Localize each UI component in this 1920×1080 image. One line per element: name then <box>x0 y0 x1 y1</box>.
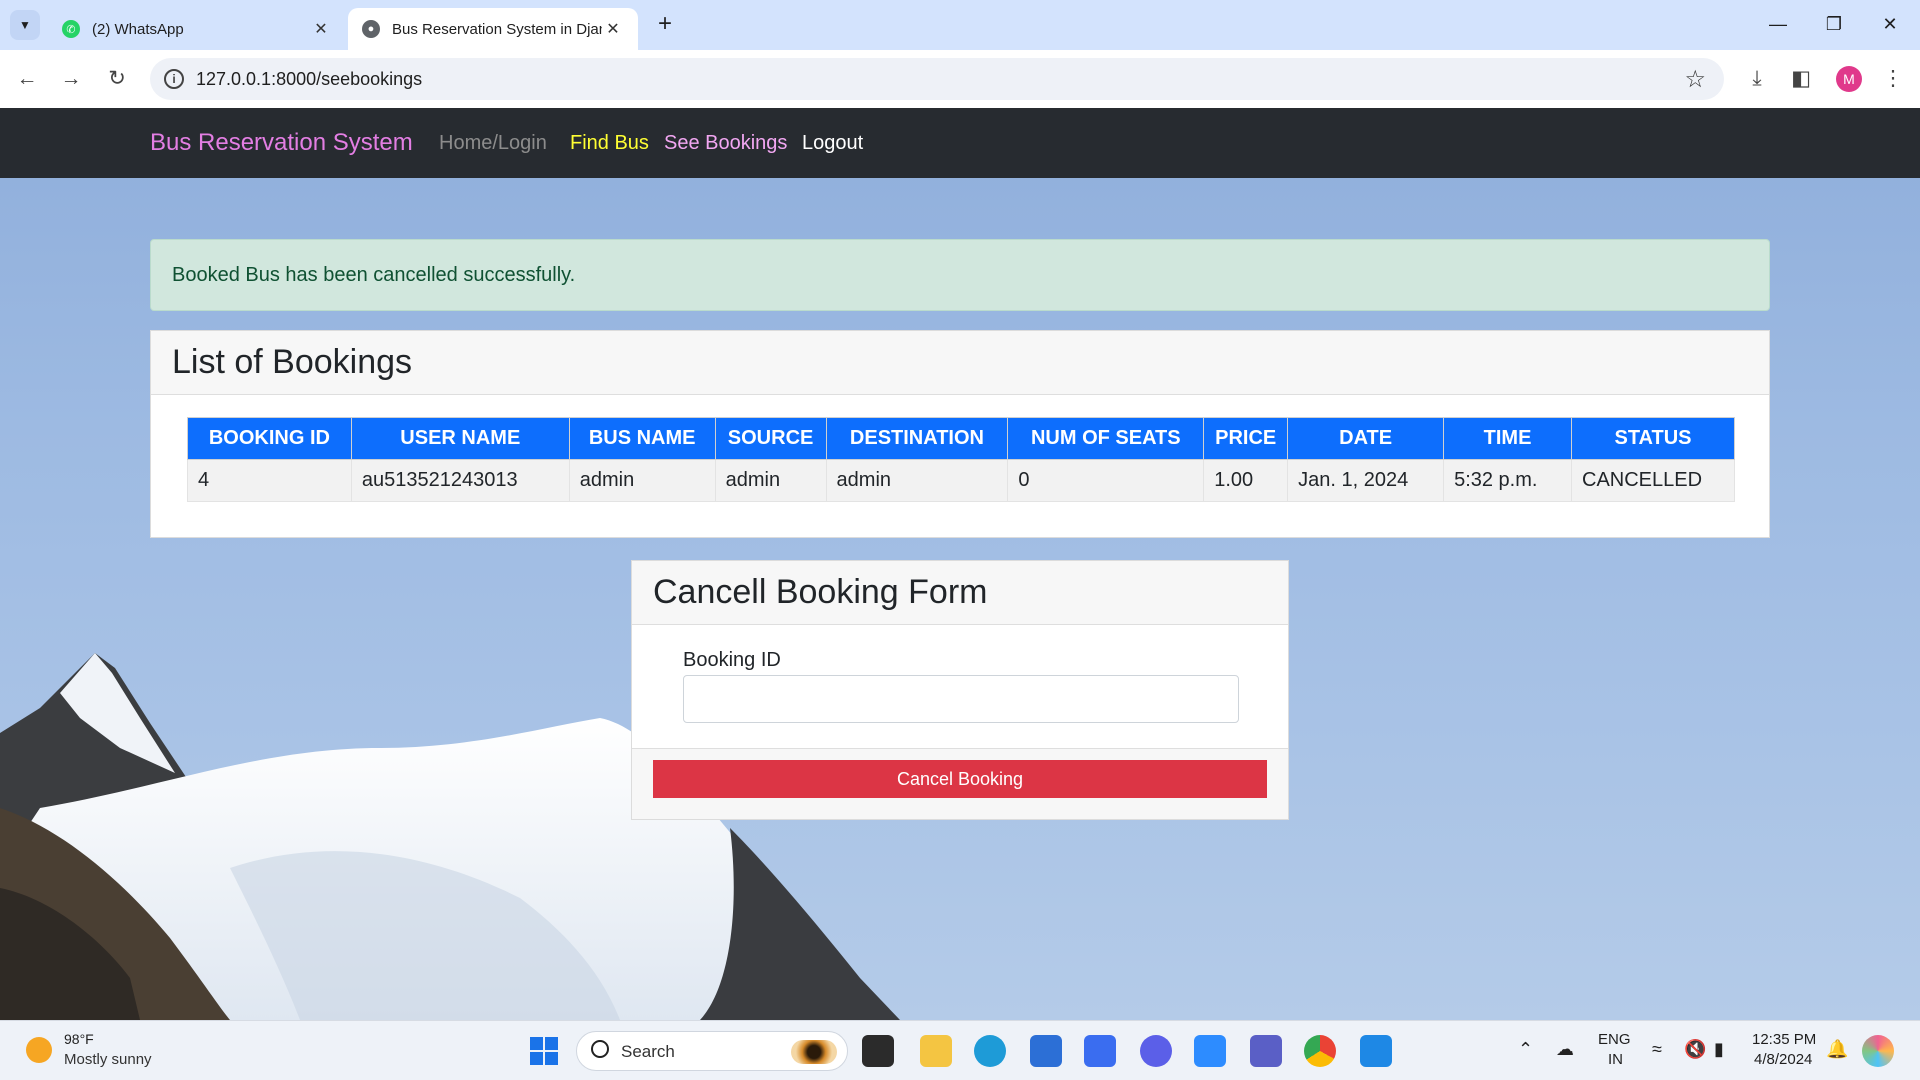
cancel-booking-card: Cancell Booking Form Booking ID Cancel B… <box>631 560 1289 820</box>
windows-start-icon[interactable] <box>528 1035 560 1067</box>
cell-time: 5:32 p.m. <box>1443 459 1572 502</box>
chevron-up-icon[interactable]: ⌃ <box>1518 1039 1533 1060</box>
url-text[interactable]: 127.0.0.1:8000/seebookings <box>196 69 422 90</box>
weather-temperature[interactable]: 98°F <box>64 1031 94 1047</box>
column-header: SOURCE <box>714 417 827 460</box>
file-explorer-icon[interactable] <box>920 1035 952 1067</box>
success-alert: Booked Bus has been cancelled successful… <box>150 239 1770 311</box>
clock-time[interactable]: 12:35 PM <box>1752 1031 1816 1048</box>
search-icon <box>591 1040 609 1058</box>
cancel-form-header: Cancell Booking Form <box>632 561 1288 625</box>
battery-icon[interactable]: ▮ <box>1714 1039 1724 1060</box>
address-bar[interactable]: i 127.0.0.1:8000/seebookings ☆ <box>150 58 1724 100</box>
cell-bus-name: admin <box>568 459 716 502</box>
column-header: STATUS <box>1571 417 1735 460</box>
language-region[interactable]: IN <box>1608 1051 1623 1068</box>
browser-toolbar: ← → ↻ i 127.0.0.1:8000/seebookings ☆ ⤓ ◧… <box>0 50 1920 108</box>
bookmark-star-icon[interactable]: ☆ <box>1684 65 1706 94</box>
column-header: DESTINATION <box>825 417 1009 460</box>
alert-message: Booked Bus has been cancelled successful… <box>172 264 576 286</box>
close-window-button[interactable]: ✕ <box>1862 0 1918 50</box>
copilot-app-icon[interactable] <box>1084 1035 1116 1067</box>
column-header: BOOKING ID <box>187 417 352 460</box>
column-header: BUS NAME <box>568 417 716 460</box>
bookings-card: List of Bookings BOOKING ID USER NAME BU… <box>150 330 1770 538</box>
tab-bus-reservation[interactable]: ● Bus Reservation System in Djan ✕ <box>348 8 638 50</box>
navbar: Bus Reservation System Home/Login Find B… <box>0 108 1920 178</box>
weather-sun-icon[interactable] <box>26 1037 52 1063</box>
page-viewport: Bus Reservation System Home/Login Find B… <box>0 108 1920 1020</box>
task-view-icon[interactable] <box>862 1035 894 1067</box>
table-row: 4 au513521243013 admin admin admin 0 1.0… <box>187 459 1735 502</box>
volume-muted-icon[interactable]: 🔇 <box>1684 1039 1706 1060</box>
cancel-form-title: Cancell Booking Form <box>653 573 988 611</box>
windows-taskbar: 98°F Mostly sunny Search ⌃ ☁ ENG IN ≈ 🔇 … <box>0 1020 1920 1080</box>
reload-icon[interactable]: ↻ <box>102 64 132 94</box>
cell-price: 1.00 <box>1203 459 1289 502</box>
language-indicator[interactable]: ENG <box>1598 1031 1631 1048</box>
cell-user-name: au513521243013 <box>350 459 570 502</box>
tab-title: Bus Reservation System in Djan <box>392 20 602 38</box>
cell-booking-id: 4 <box>187 459 352 502</box>
wifi-icon[interactable]: ≈ <box>1652 1039 1662 1060</box>
column-header: NUM OF SEATS <box>1007 417 1205 460</box>
globe-icon: ● <box>362 20 380 38</box>
download-icon[interactable]: ⤓ <box>1742 64 1772 94</box>
minimize-button[interactable]: — <box>1750 0 1806 50</box>
edge-icon[interactable] <box>974 1035 1006 1067</box>
bookings-card-header: List of Bookings <box>151 331 1769 395</box>
zoom-icon[interactable] <box>1194 1035 1226 1067</box>
search-label: Search <box>621 1042 675 1061</box>
weather-description[interactable]: Mostly sunny <box>64 1051 152 1068</box>
taskbar-search[interactable]: Search <box>576 1031 848 1071</box>
onedrive-cloud-icon[interactable]: ☁ <box>1556 1039 1574 1060</box>
nav-logout[interactable]: Logout <box>802 132 863 155</box>
vscode-icon[interactable] <box>1360 1035 1392 1067</box>
cancel-booking-button[interactable]: Cancel Booking <box>653 760 1267 798</box>
column-header: DATE <box>1287 417 1445 460</box>
close-tab-icon[interactable]: ✕ <box>310 19 332 39</box>
cell-status: CANCELLED <box>1571 459 1735 502</box>
brand-link[interactable]: Bus Reservation System <box>150 129 413 157</box>
bookings-table: BOOKING ID USER NAME BUS NAME SOURCE DES… <box>187 417 1735 502</box>
tab-search-button[interactable]: ▼ <box>10 10 40 40</box>
whatsapp-icon: ✆ <box>62 20 80 38</box>
booking-id-label: Booking ID <box>683 649 781 671</box>
notification-bell-icon[interactable]: 🔔 <box>1826 1039 1848 1060</box>
column-header: PRICE <box>1203 417 1289 460</box>
new-tab-button[interactable]: + <box>650 10 680 40</box>
cancel-form-footer: Cancel Booking <box>632 748 1288 819</box>
table-header-row: BOOKING ID USER NAME BUS NAME SOURCE DES… <box>187 417 1735 460</box>
mail-icon[interactable] <box>1140 1035 1172 1067</box>
browser-tab-strip: ▼ ✆ (2) WhatsApp ✕ ● Bus Reservation Sys… <box>0 0 1920 50</box>
teams-icon[interactable] <box>1250 1035 1282 1067</box>
clock-date[interactable]: 4/8/2024 <box>1754 1051 1812 1068</box>
microsoft-store-icon[interactable] <box>1030 1035 1062 1067</box>
nav-see-bookings[interactable]: See Bookings <box>664 132 787 155</box>
restore-button[interactable]: ❐ <box>1806 0 1862 50</box>
tab-whatsapp[interactable]: ✆ (2) WhatsApp ✕ <box>48 8 346 50</box>
column-header: USER NAME <box>350 417 570 460</box>
back-arrow-icon[interactable]: ← <box>12 64 42 94</box>
cell-num-seats: 0 <box>1007 459 1205 502</box>
cell-source: admin <box>714 459 827 502</box>
nav-home-login[interactable]: Home/Login <box>439 132 547 155</box>
booking-id-input[interactable] <box>683 675 1239 723</box>
nav-find-bus[interactable]: Find Bus <box>570 132 649 155</box>
site-info-icon[interactable]: i <box>164 69 184 89</box>
search-highlight-icon <box>791 1040 837 1064</box>
copilot-icon[interactable] <box>1862 1035 1894 1067</box>
menu-kebab-icon[interactable]: ⋮ <box>1878 64 1908 94</box>
tab-title: (2) WhatsApp <box>92 20 184 38</box>
cell-destination: admin <box>825 459 1009 502</box>
chrome-icon[interactable] <box>1304 1035 1336 1067</box>
forward-arrow-icon[interactable]: → <box>56 64 86 94</box>
close-tab-icon[interactable]: ✕ <box>602 19 624 39</box>
bookings-title: List of Bookings <box>172 343 413 381</box>
column-header: TIME <box>1443 417 1572 460</box>
side-panel-icon[interactable]: ◧ <box>1786 64 1816 94</box>
cell-date: Jan. 1, 2024 <box>1287 459 1445 502</box>
profile-avatar[interactable]: M <box>1836 66 1862 92</box>
